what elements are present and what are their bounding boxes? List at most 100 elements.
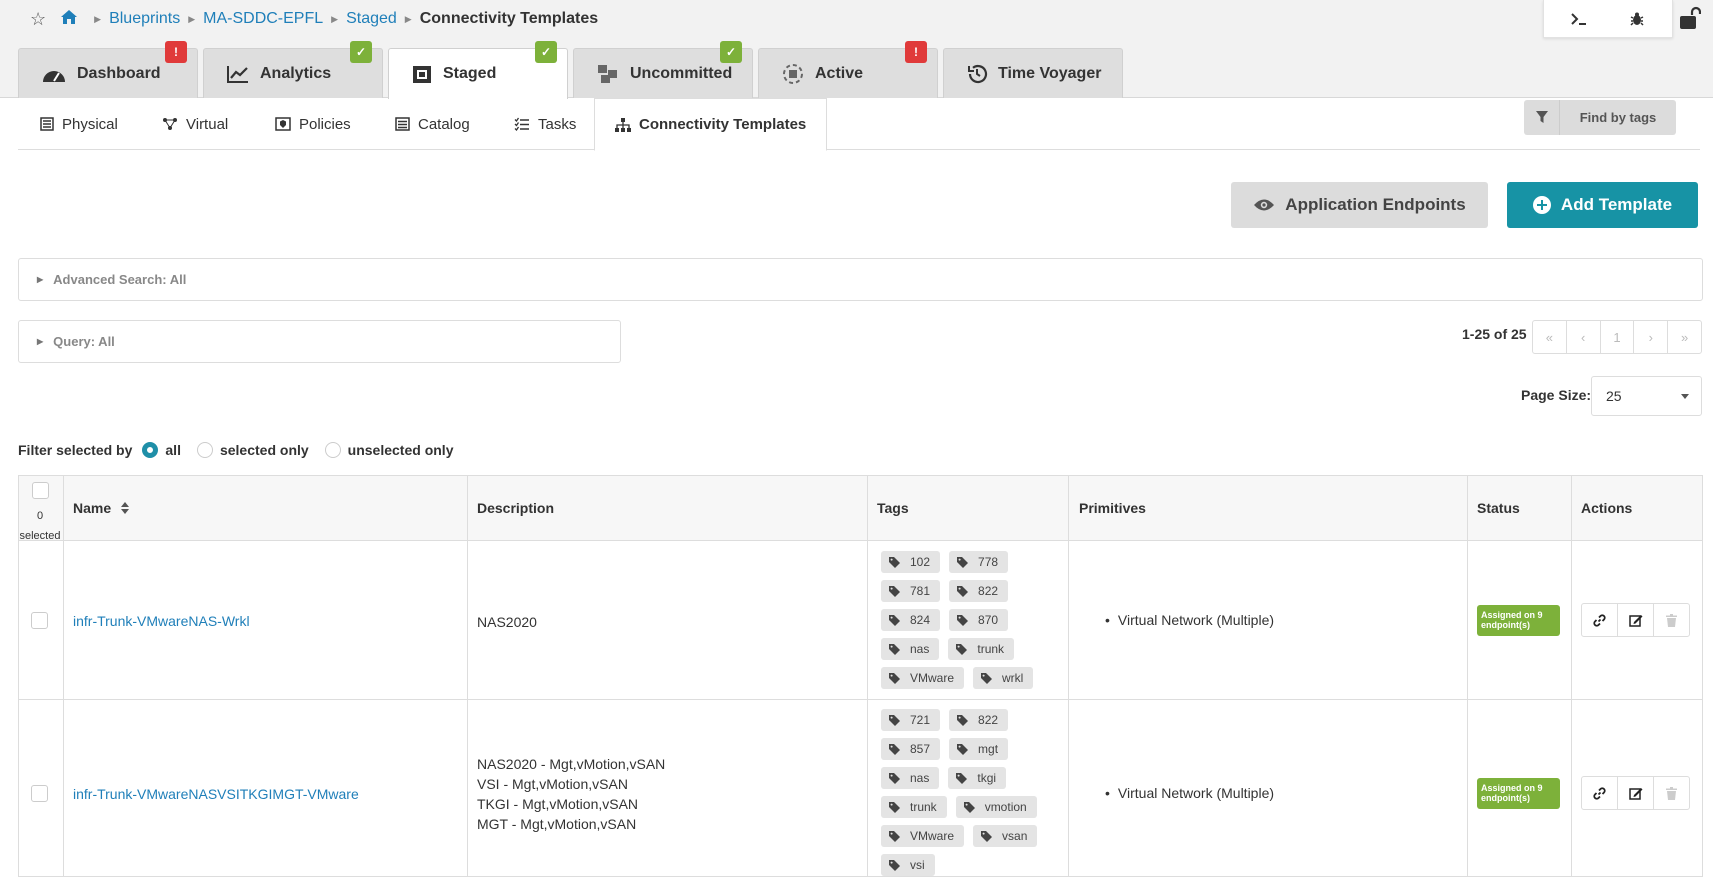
tag[interactable]: tkgi xyxy=(948,767,1007,789)
tag-label: 778 xyxy=(978,555,999,569)
first-page-button[interactable]: « xyxy=(1533,321,1567,353)
description-line: VSI - Mgt,vMotion,vSAN xyxy=(477,776,628,792)
tag[interactable]: 857 xyxy=(881,738,941,760)
template-name-link[interactable]: infr-Trunk-VMwareNAS-Wrkl xyxy=(73,613,250,629)
trash-icon[interactable] xyxy=(1654,777,1689,809)
unlock-icon[interactable] xyxy=(1679,6,1702,33)
tab-label: Staged xyxy=(443,65,497,82)
tag[interactable]: 721 xyxy=(881,709,941,731)
next-page-button[interactable]: › xyxy=(1634,321,1669,353)
prev-page-button[interactable]: ‹ xyxy=(1567,321,1601,353)
tab-uncommitted[interactable]: Uncommitted ✓ xyxy=(573,41,753,98)
edit-icon[interactable] xyxy=(1618,777,1654,809)
subtab-virtual[interactable]: Virtual xyxy=(162,98,228,150)
page-number[interactable]: 1 xyxy=(1601,321,1635,353)
tag[interactable]: 824 xyxy=(881,609,941,631)
tab-dashboard[interactable]: Dashboard ! xyxy=(18,41,198,98)
tag[interactable]: 102 xyxy=(881,551,941,573)
tag[interactable]: trunk xyxy=(948,638,1015,660)
breadcrumb-staged[interactable]: Staged xyxy=(346,10,397,28)
tag[interactable]: 870 xyxy=(949,609,1009,631)
tag[interactable]: vsan xyxy=(973,825,1038,847)
terminal-icon[interactable] xyxy=(1564,4,1594,34)
tag[interactable]: nas xyxy=(881,638,940,660)
radio-button[interactable] xyxy=(196,442,213,458)
tag-label: 822 xyxy=(978,713,999,727)
star-icon[interactable]: ☆ xyxy=(30,9,46,30)
subtab-tasks[interactable]: Tasks xyxy=(514,98,576,150)
list-icon xyxy=(395,117,410,131)
tag-label: 721 xyxy=(910,713,931,727)
tag[interactable]: 781 xyxy=(881,580,941,602)
radio-selected-only[interactable]: selected only xyxy=(196,442,309,458)
tag[interactable]: VMware xyxy=(881,667,965,689)
dashboard-gauge-icon xyxy=(41,64,67,84)
last-page-button[interactable]: » xyxy=(1668,321,1701,353)
subtab-catalog[interactable]: Catalog xyxy=(395,98,470,150)
page-size-select[interactable]: 25 xyxy=(1591,376,1702,416)
trash-icon[interactable] xyxy=(1654,604,1689,636)
advanced-search-label: Advanced Search: All xyxy=(53,272,187,287)
breadcrumb-blueprint[interactable]: MA-SDDC-EPFL xyxy=(203,10,323,28)
tag[interactable]: trunk xyxy=(881,796,947,818)
chevron-right-icon: ▶ xyxy=(331,13,339,24)
radio-button[interactable] xyxy=(142,442,159,458)
sort-icon[interactable] xyxy=(121,501,130,517)
tag[interactable]: wrkl xyxy=(973,667,1034,689)
tag-icon xyxy=(957,743,969,755)
name-header[interactable]: Name xyxy=(73,500,130,517)
bug-icon[interactable] xyxy=(1622,4,1652,34)
tag[interactable]: 822 xyxy=(949,709,1009,731)
query-panel[interactable]: ▶ Query: All xyxy=(18,320,621,363)
radio-button[interactable] xyxy=(324,442,341,458)
caret-right-icon: ▶ xyxy=(37,275,44,284)
edit-icon[interactable] xyxy=(1618,604,1654,636)
subtab-connectivity-templates[interactable]: Connectivity Templates xyxy=(594,98,828,151)
table-header: 0 selected Name Description Tags Primiti… xyxy=(19,476,1702,542)
tag-list: 102 778 781 822 824 870 nas trunk VMware… xyxy=(881,551,1071,696)
template-name-link[interactable]: infr-Trunk-VMwareNASVSITKGIMGT-VMware xyxy=(73,786,359,802)
primitive-item: Virtual Network (Multiple) xyxy=(1117,612,1275,628)
tag-icon xyxy=(957,585,969,597)
row-checkbox[interactable] xyxy=(31,612,48,629)
row-checkbox[interactable] xyxy=(31,785,48,802)
tag[interactable]: vsi xyxy=(881,854,935,876)
policy-icon xyxy=(275,117,291,131)
tag[interactable]: nas xyxy=(881,767,940,789)
boxes-icon xyxy=(596,63,620,85)
tag[interactable]: 778 xyxy=(949,551,1009,573)
advanced-search-panel[interactable]: ▶ Advanced Search: All xyxy=(18,258,1703,301)
check-icon: ✓ xyxy=(535,41,557,63)
filter-label: Filter selected by xyxy=(18,442,133,458)
tag[interactable]: 822 xyxy=(949,580,1009,602)
home-icon[interactable] xyxy=(60,9,78,30)
tag-icon xyxy=(889,830,900,842)
tag[interactable]: vmotion xyxy=(955,796,1037,818)
radio-unselected-only[interactable]: unselected only xyxy=(324,442,453,458)
tag-icon xyxy=(889,614,900,626)
tab-staged[interactable]: Staged ✓ xyxy=(388,41,568,99)
tag-label: trunk xyxy=(910,800,937,814)
select-all-checkbox[interactable] xyxy=(31,482,49,499)
tag[interactable]: VMware xyxy=(881,825,965,847)
caret-down-icon xyxy=(1681,394,1689,399)
tag[interactable]: mgt xyxy=(949,738,1009,760)
radio-all[interactable]: all xyxy=(142,442,181,458)
tag-icon xyxy=(956,643,968,655)
description-line: TKGI - Mgt,vMotion,vSAN xyxy=(477,796,639,812)
tab-active[interactable]: Active ! xyxy=(758,41,938,98)
tab-time-voyager[interactable]: Time Voyager xyxy=(943,48,1123,98)
template-description: NAS2020 - Mgt,vMotion,vSAN VSI - Mgt,vMo… xyxy=(477,754,665,834)
subtab-policies[interactable]: Policies xyxy=(275,98,351,150)
subtab-physical[interactable]: Physical xyxy=(40,98,118,150)
tag-label: 870 xyxy=(978,613,999,627)
link-icon[interactable] xyxy=(1582,604,1618,636)
tag-icon xyxy=(963,801,975,813)
tab-analytics[interactable]: Analytics ✓ xyxy=(203,41,383,98)
tag-icon xyxy=(981,672,993,684)
add-template-button[interactable]: Add Template xyxy=(1507,182,1698,228)
link-icon[interactable] xyxy=(1582,777,1618,809)
breadcrumb-blueprints[interactable]: Blueprints xyxy=(109,10,180,28)
application-endpoints-button[interactable]: Application Endpoints xyxy=(1231,182,1488,228)
find-by-tags-button[interactable]: Find by tags xyxy=(1524,100,1676,135)
